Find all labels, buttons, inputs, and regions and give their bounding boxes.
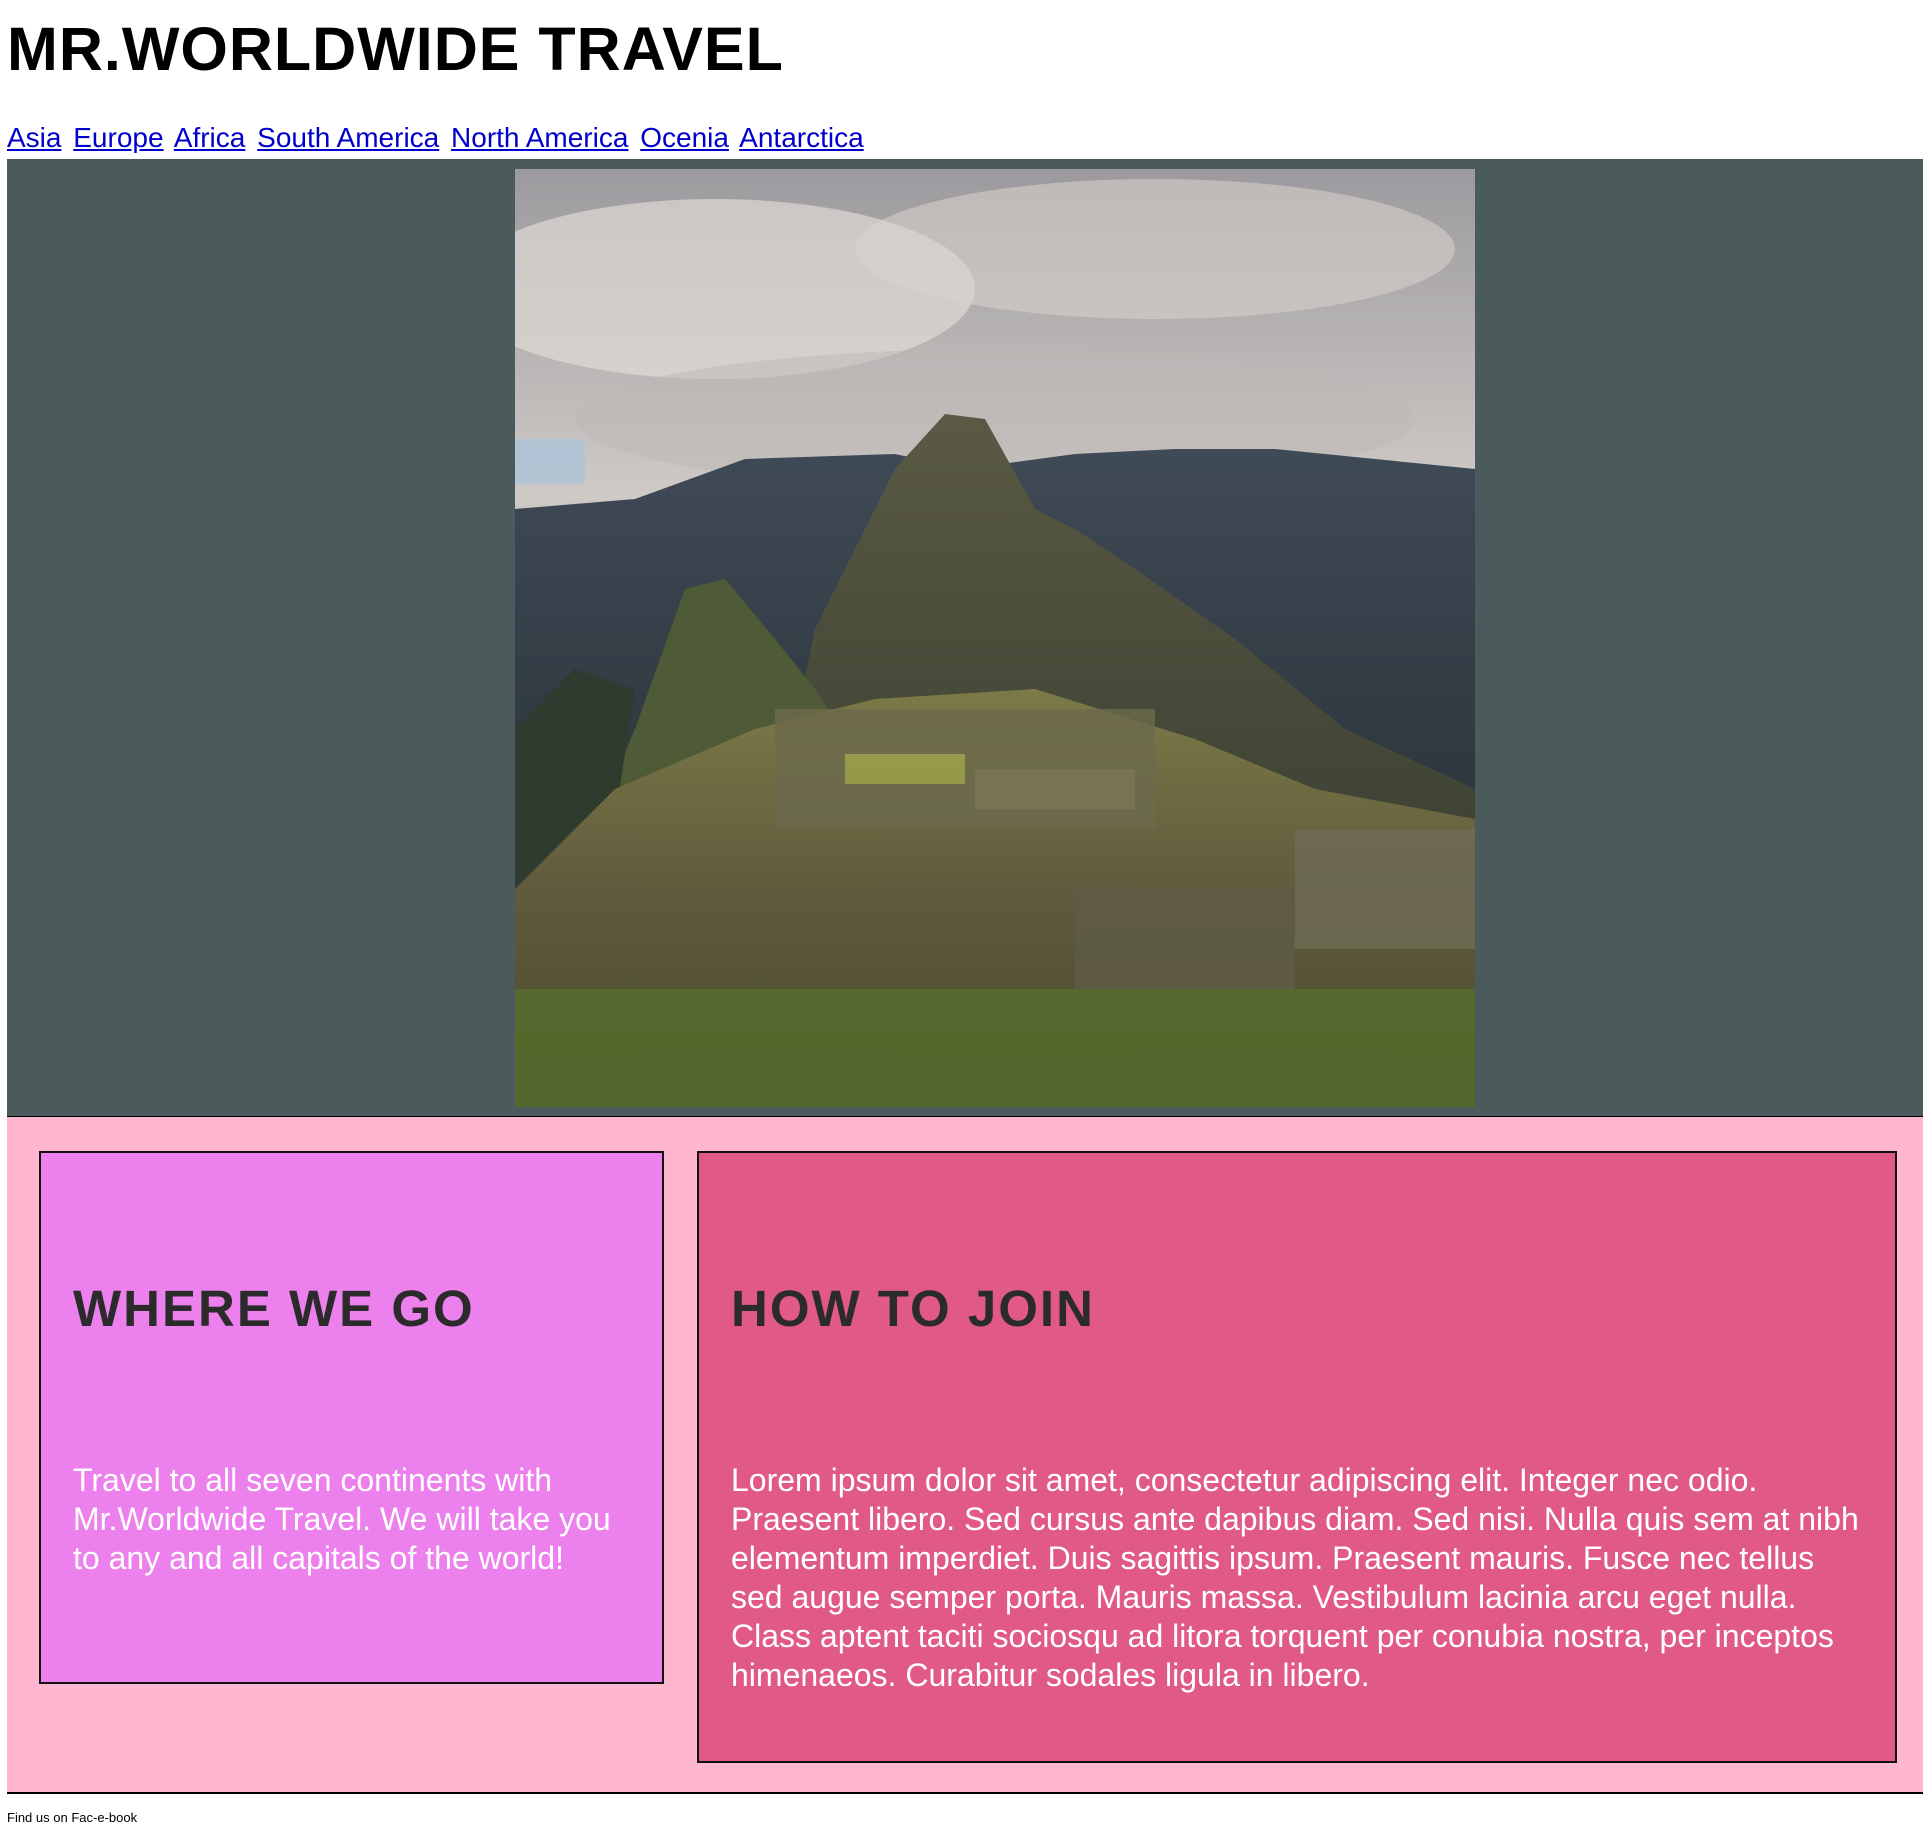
footer-text: Find us on Fac-e-book (7, 1810, 138, 1825)
nav-link-oceania[interactable]: Ocenia (640, 122, 729, 153)
how-to-join-text: Lorem ipsum dolor sit amet, consectetur … (731, 1462, 1859, 1693)
nav-link-europe[interactable]: Europe (73, 122, 163, 153)
how-to-join-card: HOW TO JOIN Lorem ipsum dolor sit amet, … (697, 1151, 1897, 1763)
continent-nav: Asia Europe Africa South America North A… (7, 121, 868, 155)
page: MR.WORLDWIDE TRAVEL Asia Europe Africa S… (0, 0, 1923, 1827)
nav-link-asia[interactable]: Asia (7, 122, 61, 153)
how-to-join-heading: HOW TO JOIN (731, 1280, 1095, 1337)
nav-link-south-america[interactable]: South America (257, 122, 439, 153)
hero-banner (7, 159, 1923, 1116)
where-we-go-card: WHERE WE GO Travel to all seven continen… (39, 1151, 664, 1684)
nav-link-africa[interactable]: Africa (174, 122, 246, 153)
mountain-ruins-photo (515, 169, 1475, 1107)
site-title: MR.WORLDWIDE TRAVEL (7, 15, 784, 83)
nav-link-antarctica[interactable]: Antarctica (739, 122, 864, 153)
content-section: WHERE WE GO Travel to all seven continen… (7, 1116, 1923, 1794)
where-we-go-heading: WHERE WE GO (73, 1280, 475, 1337)
nav-link-north-america[interactable]: North America (451, 122, 628, 153)
where-we-go-text: Travel to all seven continents with Mr.W… (73, 1462, 611, 1576)
